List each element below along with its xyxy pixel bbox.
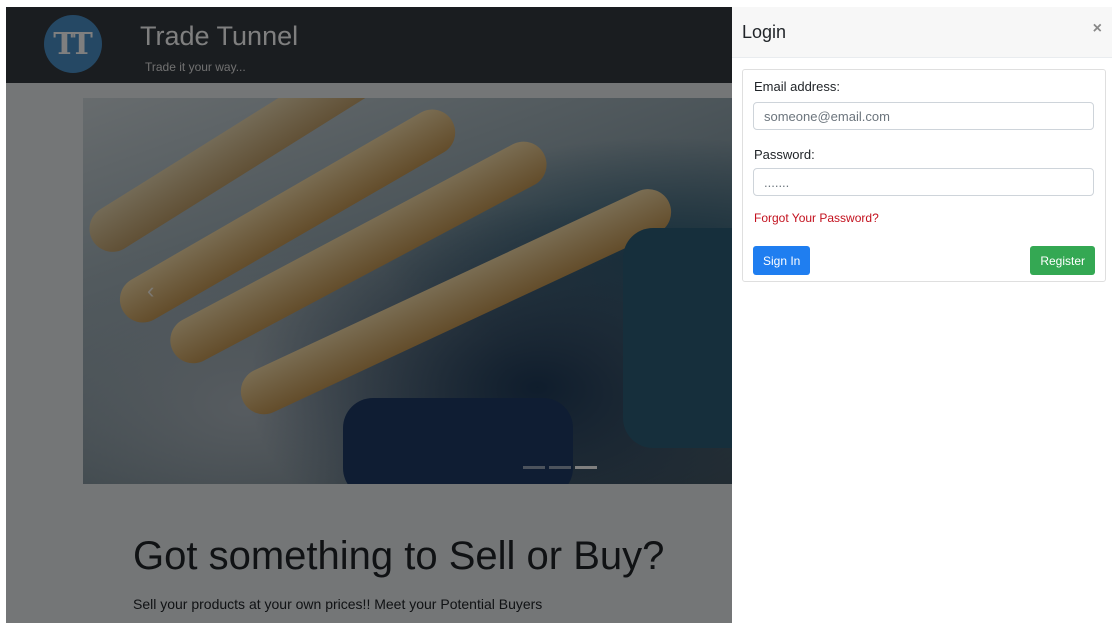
sign-in-button[interactable]: Sign In [753, 246, 811, 275]
page-frame-top [0, 0, 1112, 7]
close-icon[interactable]: × [1093, 20, 1102, 38]
password-field[interactable] [753, 168, 1094, 196]
email-label: Email address: [754, 79, 840, 94]
password-label: Password: [754, 147, 815, 162]
login-title: Login [742, 22, 787, 42]
email-field[interactable] [753, 102, 1094, 130]
page-frame-left [0, 0, 6, 623]
login-form: Email address: Password: Forgot Your Pas… [742, 69, 1106, 282]
register-button[interactable]: Register [1030, 246, 1095, 275]
forgot-password-link[interactable]: Forgot Your Password? [754, 211, 879, 225]
login-header: Login × [732, 7, 1112, 58]
login-panel: Login × Email address: Password: Forgot … [732, 7, 1112, 623]
modal-backdrop[interactable] [0, 0, 732, 623]
